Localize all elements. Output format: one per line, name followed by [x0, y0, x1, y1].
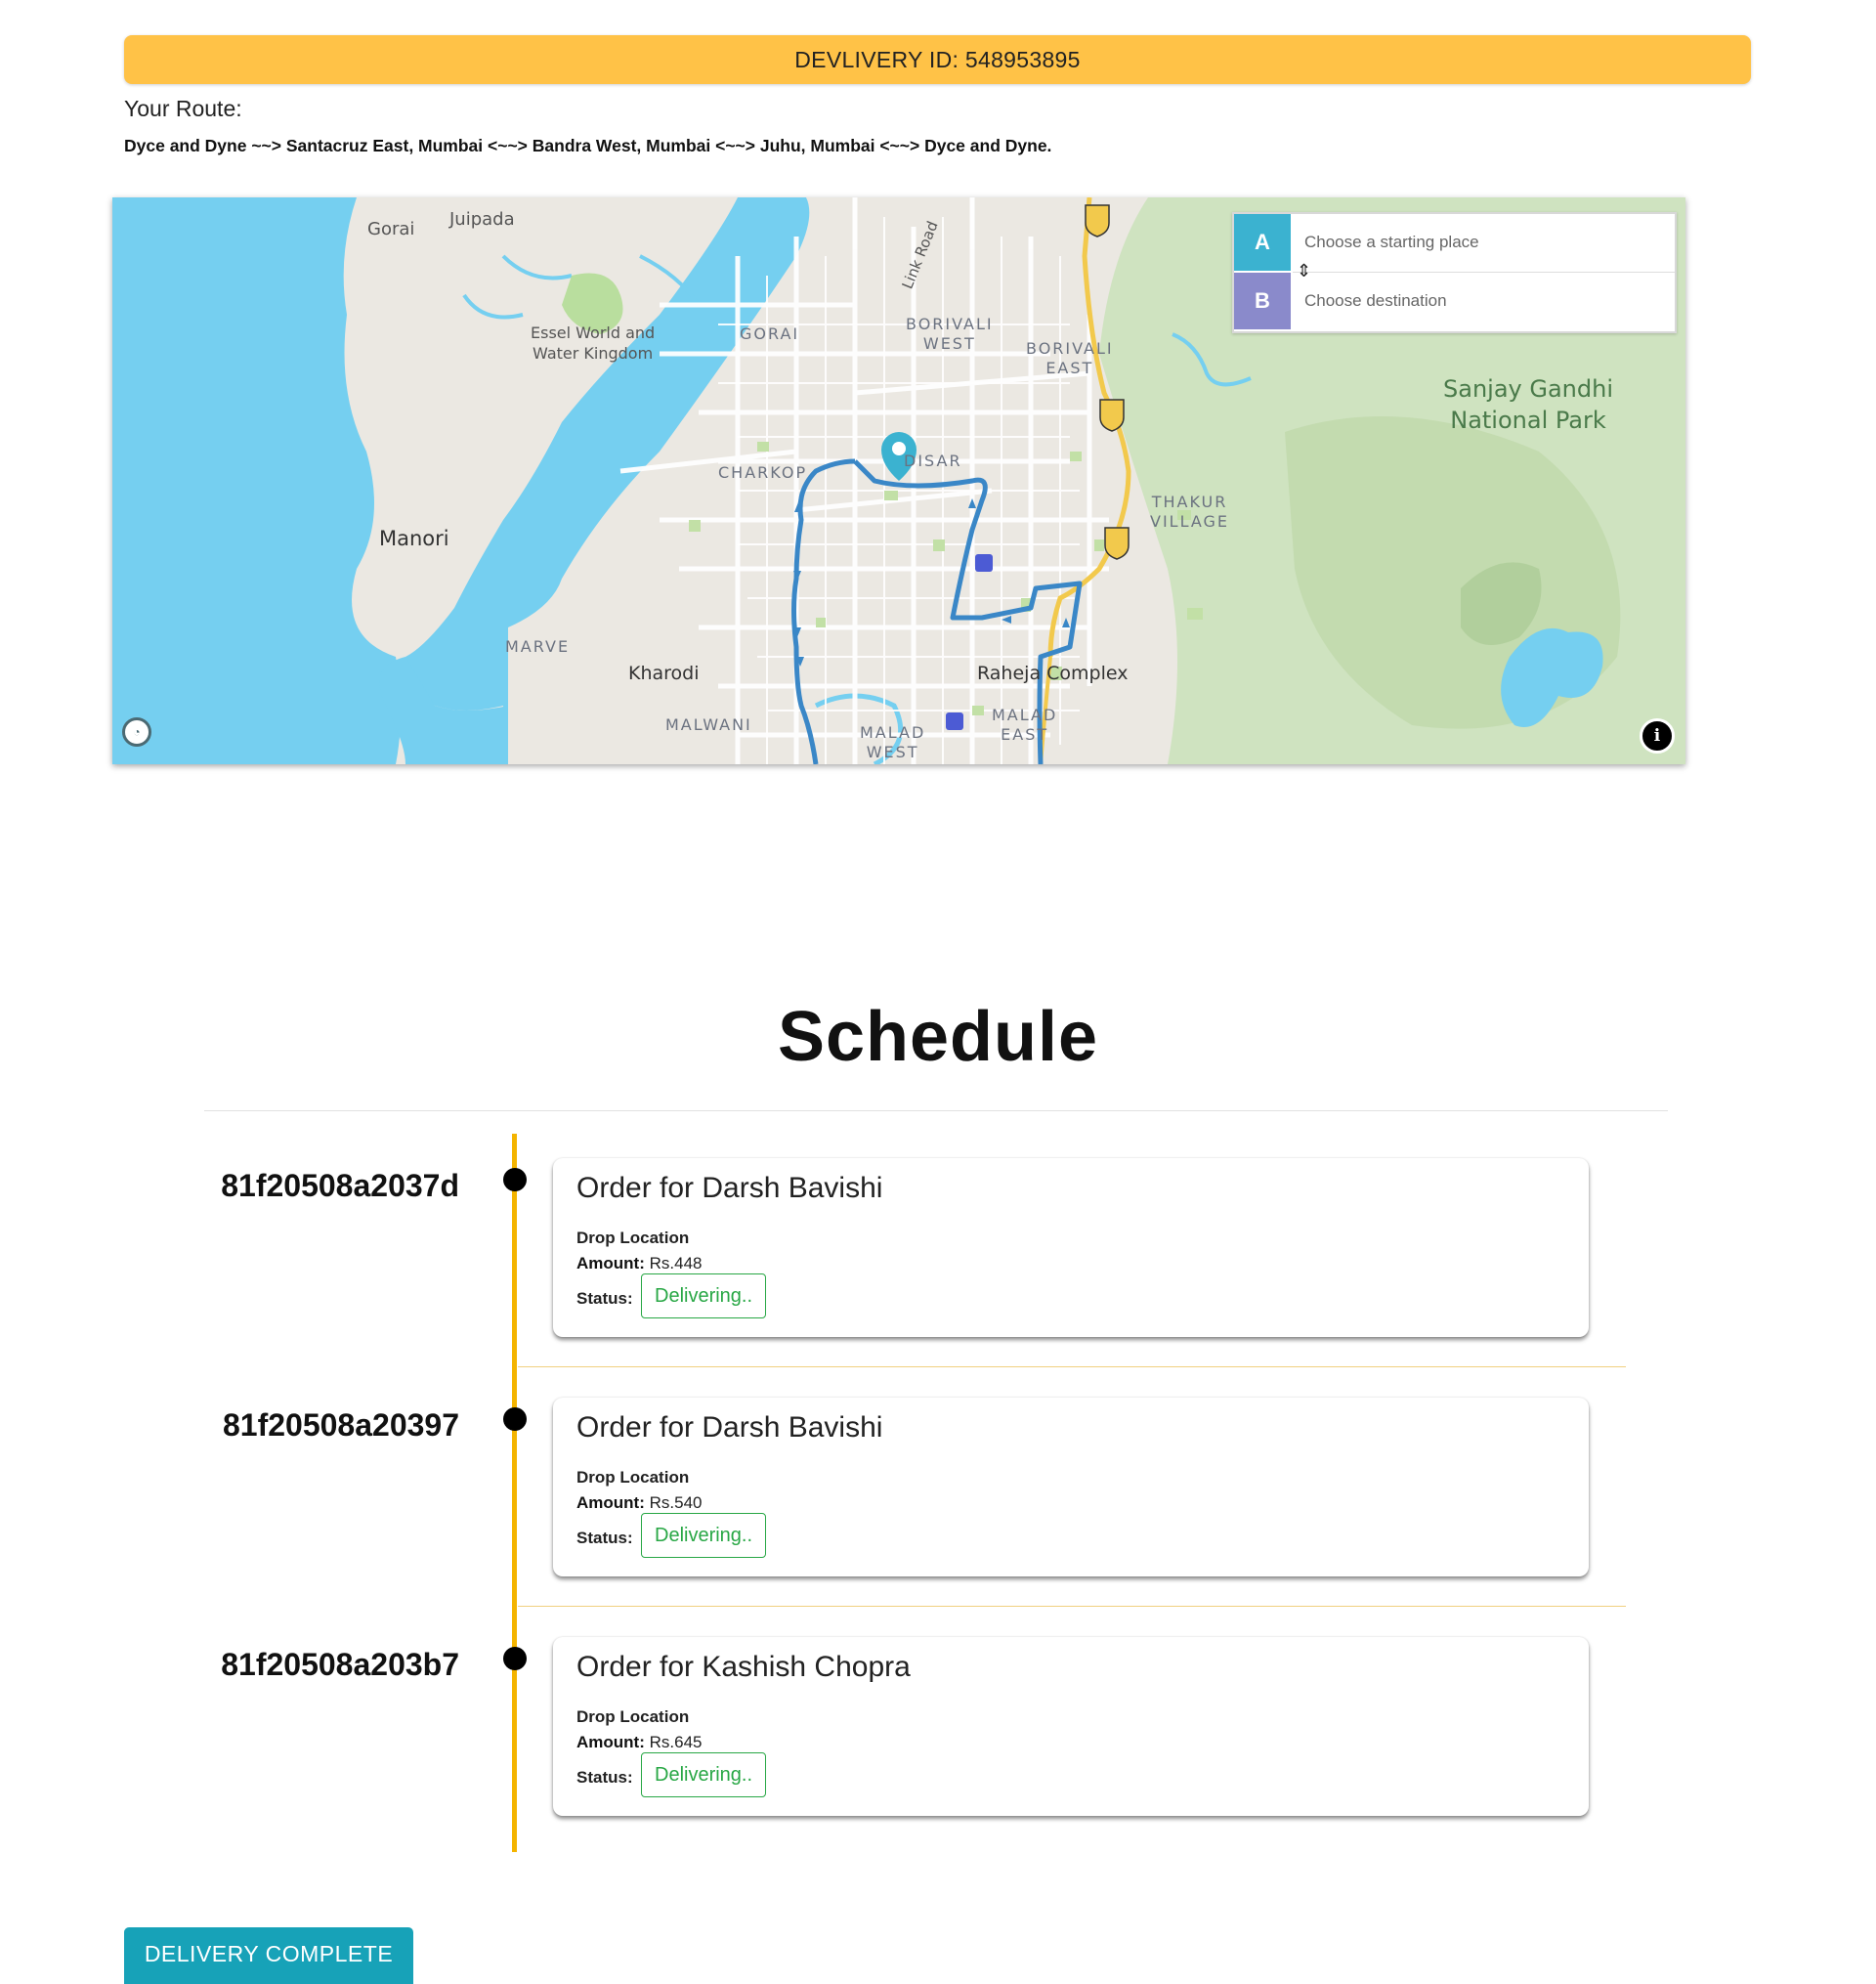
map-label: Raheja Complex: [977, 663, 1129, 684]
amount-value: Rs.540: [649, 1493, 703, 1512]
order-id: 81f20508a2037d: [221, 1168, 459, 1203]
amount-value: Rs.448: [649, 1254, 703, 1272]
order-card[interactable]: Order for Darsh Bavishi Drop Location Amou…: [553, 1398, 1589, 1576]
amount-label: Amount:: [576, 1254, 645, 1272]
map-label: MARVE: [505, 637, 571, 656]
status-label: Status:: [576, 1289, 633, 1308]
timeline-dot: [503, 1407, 527, 1431]
map-label: BORIVALI WEST: [906, 315, 994, 353]
map-label: Sanjay Gandhi National Park: [1443, 375, 1613, 434]
order-card[interactable]: Order for Kashish Chopra Drop Location Amo…: [553, 1637, 1589, 1816]
map-label: Kharodi: [628, 663, 700, 684]
map-label: GORAI: [740, 324, 800, 343]
timeline-separator: [518, 1366, 1626, 1367]
order-title: Order for Kashish Chopra: [576, 1651, 911, 1683]
delivery-complete-button[interactable]: DELIVERY COMPLETE: [124, 1927, 413, 1984]
amount-row: Amount: Rs.540: [576, 1493, 702, 1513]
map-label: CHARKOP: [718, 463, 808, 482]
schedule-title: Schedule: [777, 998, 1099, 1076]
amount-label: Amount:: [576, 1493, 645, 1512]
amount-row: Amount: Rs.448: [576, 1254, 702, 1273]
directions-panel: A ⇕ B: [1232, 212, 1677, 333]
map-label: MALAD WEST: [860, 723, 926, 761]
delivery-id-banner: DEVLIVERY ID: 548953895: [124, 35, 1751, 84]
map-label: Essel World and Water Kingdom: [531, 323, 656, 363]
order-title: Order for Darsh Bavishi: [576, 1172, 883, 1204]
map-label: MALAD EAST: [992, 706, 1058, 744]
map-label: BORIVALI EAST: [1026, 339, 1114, 377]
route-text: Dyce and Dyne ~~> Santacruz East, Mumbai…: [124, 136, 1052, 155]
delivery-id-text: DEVLIVERY ID: 548953895: [794, 46, 1081, 72]
order-card[interactable]: Order for Darsh Bavishi Drop Location Amou…: [553, 1158, 1589, 1337]
timeline-line: [512, 1134, 517, 1852]
start-badge: A: [1234, 214, 1291, 271]
amount-value: Rs.645: [649, 1733, 703, 1751]
destination-badge: B: [1234, 273, 1291, 329]
status-label: Status:: [576, 1768, 633, 1787]
map-label: DISAR: [904, 452, 962, 470]
mapbox-logo-icon[interactable]: ◔: [122, 717, 151, 747]
map-label: Juipada: [449, 209, 515, 230]
start-input[interactable]: [1304, 214, 1656, 271]
status-badge: Delivering..: [641, 1513, 767, 1558]
schedule-divider: [204, 1110, 1668, 1111]
destination-input[interactable]: [1304, 273, 1656, 329]
amount-row: Amount: Rs.645: [576, 1733, 702, 1752]
drop-location-label: Drop Location: [576, 1707, 690, 1726]
amount-label: Amount:: [576, 1733, 645, 1751]
map-label: Gorai: [367, 219, 415, 239]
order-title: Order for Darsh Bavishi: [576, 1411, 883, 1444]
status-badge: Delivering..: [641, 1273, 767, 1318]
route-label: Your Route:: [124, 96, 242, 121]
drop-location-label: Drop Location: [576, 1229, 690, 1247]
map-label: Manori: [379, 527, 449, 550]
map-label: THAKUR VILLAGE: [1150, 493, 1230, 531]
status-label: Status:: [576, 1529, 633, 1547]
status-badge: Delivering..: [641, 1752, 767, 1797]
drop-location-label: Drop Location: [576, 1468, 690, 1487]
order-id: 81f20508a203b7: [221, 1647, 459, 1682]
destination-row: B: [1234, 273, 1675, 329]
order-id: 81f20508a20397: [222, 1407, 459, 1443]
timeline-dot: [503, 1647, 527, 1670]
route-map[interactable]: Gorai Juipada Link Road Essel World and …: [112, 197, 1685, 764]
timeline-dot: [503, 1168, 527, 1191]
timeline-separator: [518, 1606, 1626, 1607]
info-icon[interactable]: i: [1640, 718, 1675, 754]
map-label: MALWANI: [665, 715, 752, 734]
